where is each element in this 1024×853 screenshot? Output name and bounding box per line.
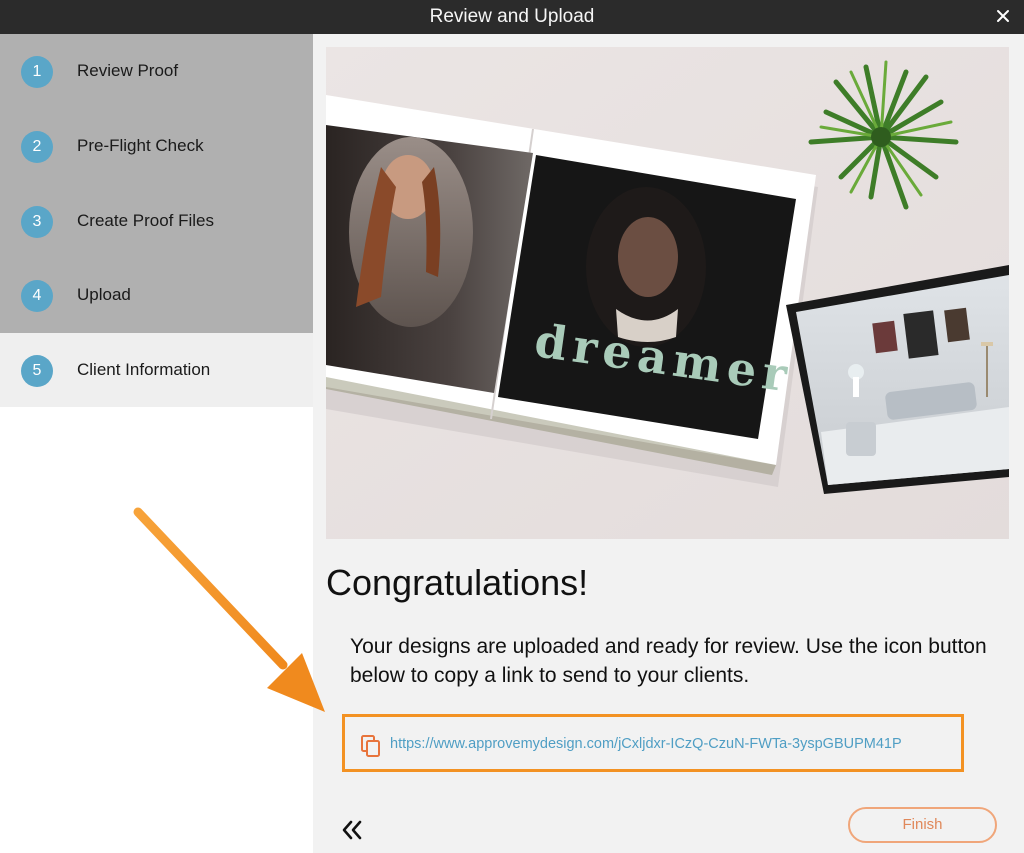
step-create-proof-files[interactable]: 3 Create Proof Files <box>0 184 313 258</box>
copy-link-button[interactable] <box>360 734 382 758</box>
step-label: Review Proof <box>77 61 179 80</box>
step-upload[interactable]: 4 Upload <box>0 258 313 332</box>
close-button[interactable] <box>992 4 1014 28</box>
tablet-mockup <box>786 265 1009 494</box>
copy-icon <box>361 735 380 757</box>
congratulations-heading: Congratulations! <box>326 562 589 603</box>
album-mockup-illustration: dreamer <box>326 47 1009 539</box>
step-label: Pre-Flight Check <box>77 136 204 155</box>
title-bar: Review and Upload <box>0 0 1024 34</box>
step-number-badge: 3 <box>21 206 53 238</box>
step-label: Client Information <box>77 360 211 379</box>
step-client-information[interactable]: 5 Client Information <box>0 333 313 407</box>
review-upload-dialog: Review and Upload 1 Review Proof 2 Pre-F… <box>0 0 1024 853</box>
album-preview-image: dreamer <box>326 47 1009 539</box>
double-chevron-left-icon <box>342 820 362 840</box>
share-link-url[interactable]: https://www.approvemydesign.com/jCxljdxr… <box>390 736 902 752</box>
back-button[interactable] <box>339 817 365 843</box>
step-number-badge: 1 <box>21 56 53 88</box>
upload-success-message: Your designs are uploaded and ready for … <box>350 635 987 687</box>
finish-button[interactable]: Finish <box>848 807 997 843</box>
step-pre-flight-check[interactable]: 2 Pre-Flight Check <box>0 109 313 183</box>
step-label: Upload <box>77 285 131 304</box>
step-label: Create Proof Files <box>77 211 214 230</box>
dialog-title: Review and Upload <box>429 6 595 27</box>
step-number-badge: 2 <box>21 131 53 163</box>
step-number-badge: 4 <box>21 280 53 312</box>
main-panel: dreamer Congratulations! Your designs ar… <box>313 34 1024 853</box>
step-number-badge: 5 <box>21 355 53 387</box>
close-icon <box>997 10 1009 22</box>
step-review-proof[interactable]: 1 Review Proof <box>0 34 313 108</box>
share-link-box: https://www.approvemydesign.com/jCxljdxr… <box>342 714 964 772</box>
steps-sidebar: 1 Review Proof 2 Pre-Flight Check 3 Crea… <box>0 34 313 853</box>
